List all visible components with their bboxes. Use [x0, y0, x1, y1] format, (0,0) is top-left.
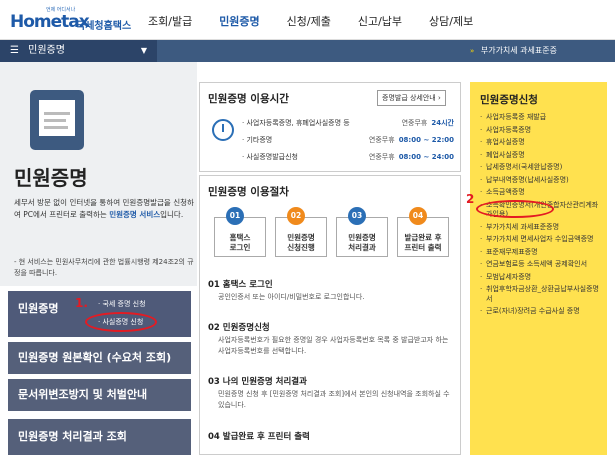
- section-menu-toggle[interactable]: ☰ 민원증명 ▼: [0, 40, 157, 62]
- step-label-line1: 민원증명: [287, 233, 315, 242]
- list-item[interactable]: 근로(자녀)장려금 수급사실 증명: [480, 307, 604, 317]
- procedure-title: 민원증명 이용절차: [208, 186, 289, 198]
- hometax-logo[interactable]: 언제 어디서나 Hometax 국세청홈택스: [6, 6, 131, 34]
- step-label-line2: 프린터 출력: [404, 243, 442, 252]
- list-item[interactable]: 납세증명서(국세완납증명): [480, 163, 604, 173]
- step-label-line2: 로그인: [229, 243, 251, 252]
- step-number: 01: [226, 207, 244, 225]
- hamburger-icon: ☰: [10, 45, 19, 56]
- annotation-number-2: 2: [466, 192, 475, 206]
- step-label-line1: 홈택스: [229, 233, 251, 242]
- chevron-right-icon: ›: [437, 94, 441, 102]
- list-item[interactable]: 부가가치세 과세표준증명: [480, 223, 604, 233]
- step-number: 02: [287, 207, 305, 225]
- step-number: 03: [348, 207, 366, 225]
- step-detail-desc: 공인인증서 또는 아이디/비밀번호로 로그인합니다.: [218, 293, 365, 301]
- document-icon: [30, 90, 84, 150]
- intro-desc-tail: 입니다.: [160, 210, 184, 219]
- gnb-item-inquiry[interactable]: 조회/발급: [148, 13, 192, 29]
- list-item[interactable]: 표준재무제표증명: [480, 248, 604, 258]
- hours-row-value: 연중무휴 08:00 ~ 22:00: [369, 135, 454, 145]
- notice-ticker[interactable]: » 부가가치세 과세표준증: [470, 40, 615, 62]
- list-item[interactable]: 휴업사실증명: [480, 138, 604, 148]
- left-menu-certificate-label: 민원증명: [18, 302, 59, 315]
- intro-description: 세무서 방문 없이 인터넷을 통하여 민원증명발급을 신청하여 PC에서 프린터…: [14, 197, 194, 221]
- step-detail-title: 03 나의 민원증명 처리결과: [208, 377, 307, 387]
- intro-panel: 민원증명 세무서 방문 없이 인터넷을 통하여 민원증명발급을 신청하여 PC에…: [0, 62, 197, 286]
- list-item[interactable]: 연금보험료등 소득세액 공제확인서: [480, 260, 604, 270]
- left-menu-result-inquiry[interactable]: 민원증명 처리결과 조회: [8, 419, 191, 455]
- global-nav: 조회/발급 민원증명 신청/제출 신고/납부 상담/제보: [148, 13, 500, 29]
- site-header: 언제 어디서나 Hometax 국세청홈택스 조회/발급 민원증명 신청/제출 …: [0, 0, 615, 40]
- hours-row-value: 연중무휴 08:00 ~ 24:00: [369, 152, 454, 162]
- hours-row-label: · 기타증명: [242, 136, 273, 144]
- page-title: 민원증명: [14, 166, 88, 190]
- hours-time: 08:00 ~ 22:00: [398, 136, 454, 144]
- list-item[interactable]: 부가가치세 면세사업자 수입금액증명: [480, 235, 604, 245]
- list-item[interactable]: 취업후학자금상환_상환금납부사실증명서: [480, 285, 604, 304]
- section-nav-bar: ☰ 민원증명 ▼ » 부가가치세 과세표준증: [0, 40, 615, 62]
- step-detail-desc: 사업자등록번호가 필요한 증명일 경우 사업자등록번호 목록 중 발급받고자 하…: [218, 336, 449, 355]
- clock-icon: [212, 119, 234, 141]
- list-item-income-cert[interactable]: 소득금액증명: [480, 188, 604, 198]
- step-detail-title: 01 홈택스 로그인: [208, 280, 273, 290]
- service-hours-box: 민원증명 이용시간 증명발급 상세안내 › · 사업자등록증명, 휴폐업사실증명…: [199, 82, 461, 172]
- hours-row-value: 연중무휴 24시간: [402, 118, 454, 128]
- annotation-number-1: 1.: [75, 296, 88, 310]
- step-detail-title: 04 발급완료 후 프린터 출력: [208, 432, 310, 442]
- detail-guide-button[interactable]: 증명발급 상세안내 ›: [377, 90, 446, 106]
- list-item[interactable]: 폐업사실증명: [480, 151, 604, 161]
- notice-text: 부가가치세 과세표준증: [480, 46, 557, 55]
- left-menu-forgery-prevention[interactable]: 문서위변조방지 및 처벌안내: [8, 379, 191, 411]
- intro-desc-highlight: 민원증명 서비스: [109, 210, 161, 219]
- gnb-item-certificate[interactable]: 민원증명: [219, 13, 259, 29]
- procedure-box: 민원증명 이용절차 01 홈택스 로그인 02 민원증명 신청진행 03 민원증명 처…: [199, 175, 461, 455]
- legal-note: - 현 서비스는 민원사무처리에 관한 법률시행령 제24조2의 규정을 따릅니…: [14, 258, 194, 277]
- double-chevron-icon: »: [470, 47, 475, 55]
- step-label-line2: 신청진행: [287, 243, 315, 252]
- certificate-request-title: 민원증명신청: [480, 94, 538, 106]
- logo-subtitle: 국세청홈택스: [76, 21, 132, 32]
- detail-guide-label: 증명발급 상세안내: [382, 94, 436, 102]
- hours-time: 24시간: [431, 119, 454, 127]
- step-detail-desc: 민원증명 신청 후 [민원증명 처리결과 조회]에서 본인의 신청내역을 조회하…: [218, 390, 450, 409]
- hours-status: 연중무휴: [368, 136, 395, 144]
- list-item[interactable]: 사업자등록증명: [480, 126, 604, 136]
- gnb-item-consult[interactable]: 상담/제보: [429, 13, 473, 29]
- link-national-tax-cert[interactable]: · 국세 증명 신청: [98, 299, 146, 309]
- step-detail-title: 02 민원증명신청: [208, 323, 270, 333]
- section-label: 민원증명: [28, 45, 65, 56]
- hours-row-label: · 사실증명발급신청: [242, 153, 298, 161]
- annotation-circle-1: [85, 312, 157, 332]
- step-label-line1: 발급완료 후: [404, 233, 442, 242]
- service-hours-title: 민원증명 이용시간: [208, 93, 289, 105]
- step-label-line1: 민원증명: [348, 233, 376, 242]
- gnb-item-application[interactable]: 신청/제출: [287, 13, 331, 29]
- list-item[interactable]: 납부내역증명(납세사실증명): [480, 176, 604, 186]
- step-label-line2: 처리결과: [348, 243, 376, 252]
- certificate-request-panel: 민원증명신청 사업자등록증 재발급 사업자등록증명 휴업사실증명 폐업사실증명 …: [470, 82, 607, 455]
- hours-status: 연중무휴: [368, 153, 395, 161]
- list-item[interactable]: 사업자등록증 재발급: [480, 113, 604, 123]
- hours-time: 08:00 ~ 24:00: [398, 153, 454, 161]
- hours-status: 연중무휴: [401, 119, 428, 127]
- left-menu-original-check[interactable]: 민원증명 원본확인 (수요처 조회): [8, 342, 191, 374]
- list-item[interactable]: 모범납세자증명: [480, 273, 604, 283]
- hours-row-label: · 사업자등록증명, 휴폐업사실증명 등: [242, 119, 350, 127]
- gnb-item-filing[interactable]: 신고/납부: [358, 13, 402, 29]
- step-number: 04: [409, 207, 427, 225]
- annotation-circle-2: [476, 200, 554, 218]
- chevron-down-icon: ▼: [140, 46, 147, 55]
